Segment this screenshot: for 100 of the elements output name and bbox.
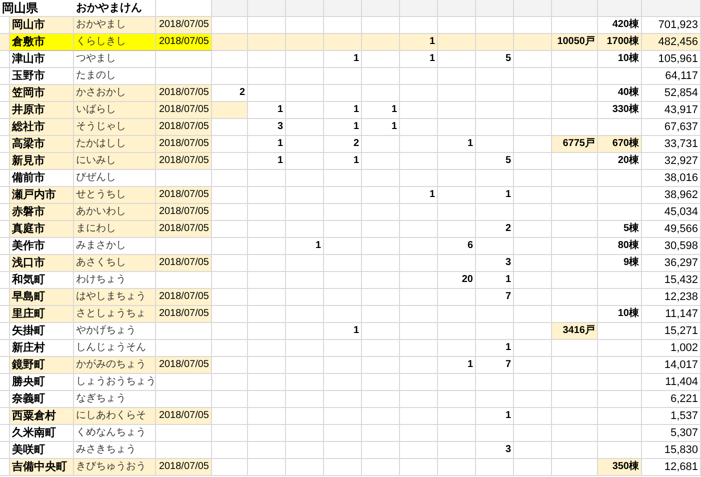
table-cell [362,51,400,68]
row-header[interactable] [0,289,10,306]
table-cell [324,187,362,204]
table-cell [400,102,438,119]
row-header[interactable] [0,17,10,34]
table-cell: 36,297 [642,255,701,272]
table-cell: たかはしし [74,136,156,153]
row-header[interactable] [0,459,10,476]
row-header[interactable] [0,306,10,323]
table-cell [156,51,212,68]
table-cell [514,289,552,306]
table-cell [362,221,400,238]
table-cell: 里庄町 [10,306,74,323]
table-cell [362,289,400,306]
column-header[interactable] [212,0,248,17]
table-cell: 2018/07/05 [156,17,212,34]
row-header[interactable] [0,340,10,357]
table-cell: 1 [324,323,362,340]
table-cell [362,374,400,391]
table-cell: 5 [476,153,514,170]
column-header[interactable] [476,0,514,17]
row-header[interactable] [0,170,10,187]
table-cell: きびちゅうおう [74,459,156,476]
table-cell [212,221,248,238]
column-header[interactable] [248,0,286,17]
column-header[interactable] [286,0,324,17]
row-header[interactable] [0,204,10,221]
row-header[interactable] [0,34,10,51]
table-cell: 2018/07/05 [156,306,212,323]
row-header[interactable] [0,221,10,238]
table-cell: 11,404 [642,374,701,391]
row-header[interactable] [0,68,10,85]
table-cell [324,272,362,289]
row-header[interactable] [0,374,10,391]
table-cell: 1 [286,238,324,255]
table-cell: にしあわくらそ [74,408,156,425]
table-cell [400,459,438,476]
table-cell [362,136,400,153]
table-cell: はやしまちょう [74,289,156,306]
table-cell [324,85,362,102]
column-header[interactable] [324,0,362,17]
table-cell [248,442,286,459]
column-header[interactable] [598,0,642,17]
row-header[interactable] [0,187,10,204]
row-header[interactable] [0,85,10,102]
column-header[interactable] [552,0,598,17]
row-header[interactable] [0,357,10,374]
row-header[interactable] [0,102,10,119]
column-header[interactable] [362,0,400,17]
table-cell [400,357,438,374]
table-cell: 20棟 [598,153,642,170]
row-header[interactable] [0,323,10,340]
row-header[interactable] [0,51,10,68]
row-header[interactable] [0,408,10,425]
table-cell: 5 [476,51,514,68]
table-cell [362,459,400,476]
table-cell [598,357,642,374]
column-header[interactable] [400,0,438,17]
row-header[interactable] [0,119,10,136]
row-header[interactable] [0,272,10,289]
table-cell: 15,271 [642,323,701,340]
table-cell [362,204,400,221]
row-header[interactable] [0,238,10,255]
table-cell: 1,002 [642,340,701,357]
row-header[interactable] [0,136,10,153]
table-cell [324,340,362,357]
table-cell [248,204,286,221]
column-header[interactable] [642,0,701,17]
table-cell: 吉備中央町 [10,459,74,476]
table-cell [212,306,248,323]
table-cell [324,442,362,459]
row-header[interactable] [0,442,10,459]
table-cell: 2018/07/05 [156,119,212,136]
table-cell: つやまし [74,51,156,68]
table-cell [552,374,598,391]
table-cell: 330棟 [598,102,642,119]
table-cell: 3 [476,442,514,459]
table-cell: せとうちし [74,187,156,204]
row-header[interactable] [0,391,10,408]
table-cell: 482,456 [642,34,701,51]
row-header[interactable] [0,425,10,442]
row-header[interactable] [0,255,10,272]
column-header[interactable] [438,0,476,17]
table-cell [400,119,438,136]
table-cell [476,238,514,255]
table-cell: 新見市 [10,153,74,170]
table-cell [514,85,552,102]
table-cell: 2018/07/05 [156,34,212,51]
table-cell [286,119,324,136]
table-cell [598,425,642,442]
table-cell [438,204,476,221]
table-cell: 2018/07/05 [156,459,212,476]
table-cell [552,187,598,204]
table-cell: 1 [438,357,476,374]
column-header[interactable] [514,0,552,17]
table-cell [514,357,552,374]
table-cell [476,136,514,153]
table-cell [362,408,400,425]
row-header[interactable] [0,153,10,170]
table-cell: 1 [362,119,400,136]
